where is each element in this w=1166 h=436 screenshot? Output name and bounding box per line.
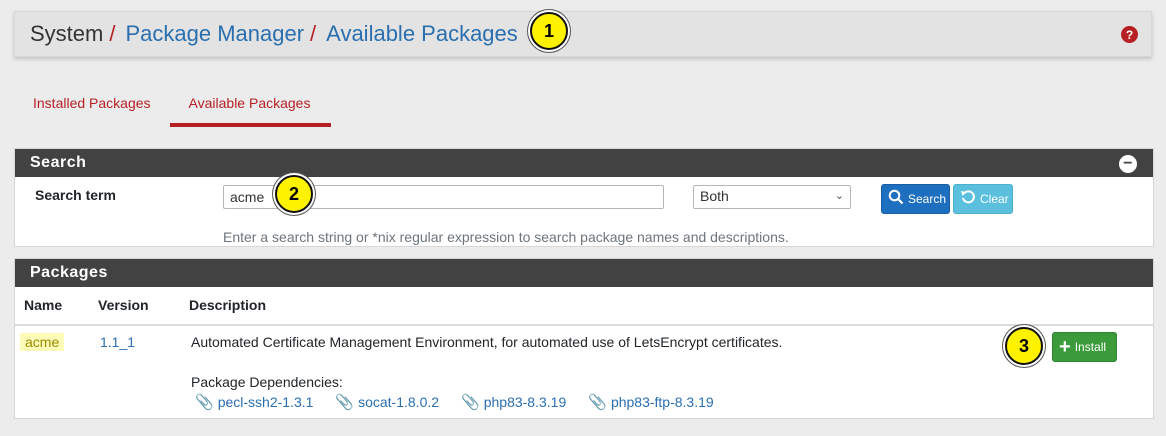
column-header-description[interactable]: Description — [189, 297, 266, 313]
dependency-link[interactable]: 📎 pecl-ssh2-1.3.1 — [195, 393, 313, 411]
package-description: Automated Certificate Management Environ… — [191, 334, 783, 350]
annotation-badge-2: 2 — [275, 175, 313, 213]
dependency-link[interactable]: 📎 socat-1.8.0.2 — [335, 393, 439, 411]
breadcrumb-package-manager[interactable]: Package Manager — [125, 21, 304, 47]
package-dependencies-label: Package Dependencies: — [191, 374, 343, 390]
search-panel-heading: Search − — [15, 149, 1153, 177]
column-header-version[interactable]: Version — [98, 297, 149, 313]
help-icon[interactable]: ? — [1121, 26, 1138, 43]
dependency-label: socat-1.8.0.2 — [358, 394, 440, 410]
breadcrumb-separator: / — [310, 21, 317, 46]
search-scope-select[interactable]: Both ⌄ — [693, 185, 851, 209]
search-scope-value: Both — [700, 188, 729, 204]
clear-button-label: Clear — [980, 192, 1009, 206]
breadcrumb-system: System — [30, 21, 104, 46]
table-divider — [15, 324, 1153, 326]
chevron-down-icon: ⌄ — [834, 190, 844, 202]
install-button-label: Install — [1074, 340, 1107, 354]
dependency-label: php83-8.3.19 — [483, 394, 567, 410]
packages-panel-title: Packages — [30, 264, 108, 281]
breadcrumb-separator: / — [109, 21, 116, 46]
dependency-link[interactable]: 📎 php83-8.3.19 — [461, 393, 566, 411]
tab-installed-packages[interactable]: Installed Packages — [14, 82, 170, 126]
dependency-label: php83-ftp-8.3.19 — [610, 394, 714, 410]
clear-button[interactable]: Clear — [953, 184, 1013, 214]
search-panel: Search − Search term Both ⌄ Search Clear… — [14, 148, 1154, 247]
paperclip-icon: 📎 — [588, 394, 607, 411]
search-panel-title: Search — [30, 154, 87, 171]
package-name: acme — [20, 333, 65, 351]
paperclip-icon: 📎 — [335, 394, 355, 411]
tab-bar: Installed Packages Available Packages — [14, 82, 332, 128]
paperclip-icon: 📎 — [195, 394, 214, 411]
plus-icon: + — [1059, 335, 1071, 358]
annotation-badge-3: 3 — [1005, 327, 1043, 365]
annotation-badge-1: 1 — [530, 12, 568, 50]
breadcrumb-available-packages[interactable]: Available Packages — [326, 21, 518, 47]
dependency-link[interactable]: 📎 php83-ftp-8.3.19 — [588, 393, 713, 411]
packages-panel-heading: Packages — [15, 259, 1153, 287]
dependency-list: 📎 pecl-ssh2-1.3.1 📎 socat-1.8.0.2 📎 php83-8… — [195, 393, 736, 411]
breadcrumb: System / Package Manager / Available Pac… — [14, 11, 1152, 57]
package-version-link[interactable]: 1.1_1 — [100, 334, 135, 350]
search-button[interactable]: Search — [881, 184, 950, 214]
search-button-label: Search — [908, 192, 947, 206]
search-help-text: Enter a search string or *nix regular ex… — [223, 229, 789, 245]
paperclip-icon: 📎 — [461, 394, 480, 411]
undo-icon — [960, 189, 976, 210]
collapse-icon[interactable]: − — [1119, 155, 1137, 173]
search-icon — [888, 189, 904, 210]
packages-panel: Packages Name Version Description acme 1… — [14, 258, 1154, 419]
dependency-label: pecl-ssh2-1.3.1 — [217, 394, 314, 410]
install-button[interactable]: + Install — [1052, 332, 1117, 362]
search-term-label: Search term — [35, 187, 116, 203]
tab-available-packages[interactable]: Available Packages — [169, 82, 332, 127]
column-header-name[interactable]: Name — [24, 297, 62, 313]
